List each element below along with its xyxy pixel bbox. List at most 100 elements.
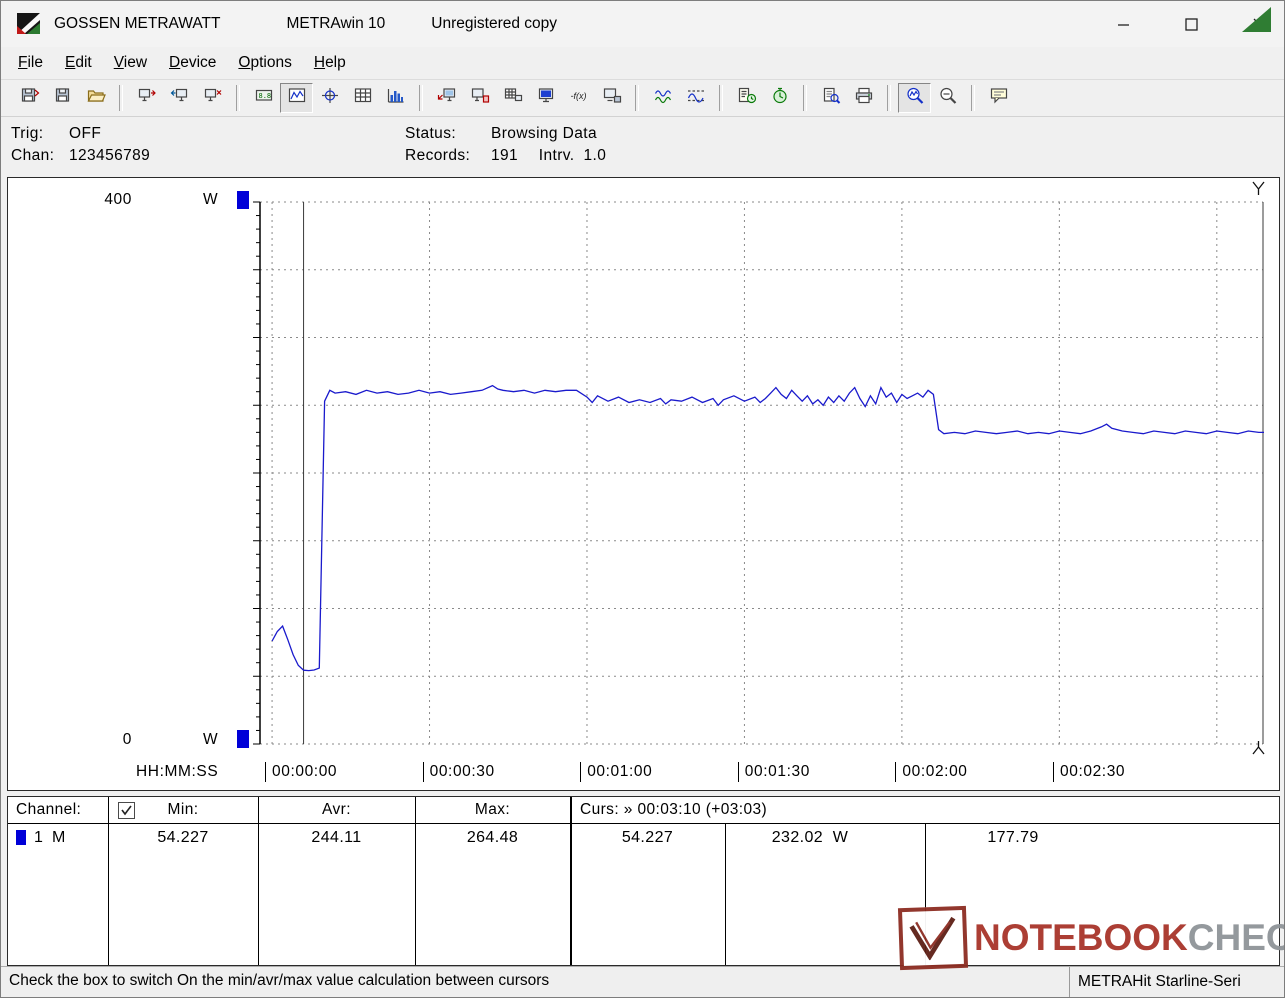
split-curves-icon <box>653 86 673 110</box>
online-display-button[interactable] <box>529 83 562 113</box>
app-window: GOSSEN METRAWATT METRAwin 10 Unregistere… <box>0 0 1285 998</box>
status-records-block: Status: Browsing Data Records: 191 Intrv. 1… <box>405 123 606 167</box>
envelope-curve-icon <box>686 86 706 110</box>
print-icon <box>854 86 874 110</box>
device-config-button[interactable] <box>463 83 496 113</box>
toolbar-separator <box>887 85 891 111</box>
open-file-button[interactable] <box>79 83 112 113</box>
x-tick-label: 00:02:00 <box>895 762 967 782</box>
menu-bar: File Edit View Device Options Help <box>1 47 1284 79</box>
cursor-header: Curs: » 00:03:10 (+03:03) <box>580 801 768 818</box>
toolbar-separator <box>719 85 723 111</box>
zoom-out-button[interactable] <box>931 83 964 113</box>
cursor2-unit: W <box>832 829 849 846</box>
split-curves-button[interactable] <box>646 83 679 113</box>
cursor1-value: 54.227 <box>621 829 674 846</box>
numeric-display-icon: 8.8 <box>254 86 274 110</box>
import-file-button[interactable] <box>13 83 46 113</box>
notebookcheck-logo-icon <box>897 905 969 971</box>
device-clear-button[interactable] <box>196 83 229 113</box>
toolbar-separator <box>119 85 123 111</box>
header-divider <box>8 823 1279 824</box>
cursor-handle-top-icon[interactable] <box>1251 180 1266 201</box>
menu-help[interactable]: Help <box>303 50 357 76</box>
menu-device[interactable]: Device <box>158 50 227 76</box>
interval-value: 1.0 <box>583 147 607 164</box>
formula-button[interactable]: -f(x) <box>562 83 595 113</box>
status-strip: Trig: OFF Chan: 123456789 Status: Browsing … <box>1 115 1284 177</box>
status-label: Status: <box>405 125 457 142</box>
channel-number: 1 <box>34 829 44 846</box>
chart-panel: 400 W 0 W HH:MM:SS 00:00:00 00:00:30 00:01… <box>7 177 1280 791</box>
y-axis-min-label: 0 <box>122 731 132 748</box>
histogram-view-button[interactable] <box>379 83 412 113</box>
zoom-in-button[interactable] <box>898 83 931 113</box>
trigger-channel-block: Trig: OFF Chan: 123456789 <box>11 123 150 167</box>
open-file-icon <box>86 86 106 110</box>
toolbar-separator <box>971 85 975 111</box>
toolbar-separator <box>419 85 423 111</box>
print-preview-icon <box>821 86 841 110</box>
trend-plot[interactable] <box>248 200 1264 746</box>
numeric-display-button[interactable]: 8.8 <box>247 83 280 113</box>
cursor2-value: 232.02 W <box>725 829 895 847</box>
table-view-icon <box>353 86 373 110</box>
print-button[interactable] <box>847 83 880 113</box>
pc-transfer-icon <box>437 86 457 110</box>
x-tick-label: 00:02:30 <box>1053 762 1125 782</box>
trend-view-button[interactable] <box>280 83 313 113</box>
online-display-icon <box>536 86 556 110</box>
status-bar: Check the box to switch On the min/avr/m… <box>1 966 1284 997</box>
menu-view[interactable]: View <box>103 50 158 76</box>
avr-value: 244.11 <box>311 829 362 846</box>
log-settings-icon <box>737 86 757 110</box>
formula-icon: -f(x) <box>569 86 589 110</box>
maximize-button[interactable] <box>1166 1 1216 47</box>
cursor-delta-value: 177.79 <box>987 829 1039 846</box>
log-settings-button[interactable] <box>730 83 763 113</box>
channel-color-marker <box>16 830 26 845</box>
pc-transfer-button[interactable] <box>430 83 463 113</box>
x-tick-label: 00:01:00 <box>580 762 652 782</box>
y-axis-unit-bottom: W <box>203 731 219 748</box>
memory-table-icon <box>503 86 523 110</box>
xy-view-icon <box>320 86 340 110</box>
statusbar-device: METRAHit Starline-Seri <box>1069 967 1284 997</box>
device-send-button[interactable] <box>163 83 196 113</box>
svg-text:-f(x): -f(x) <box>570 91 586 101</box>
table-view-button[interactable] <box>346 83 379 113</box>
menu-options[interactable]: Options <box>227 50 302 76</box>
timer-button[interactable] <box>763 83 796 113</box>
device-clear-icon <box>203 86 223 110</box>
histogram-view-icon <box>386 86 406 110</box>
memory-table-button[interactable] <box>496 83 529 113</box>
y-axis-unit-top: W <box>203 191 219 208</box>
envelope-curve-button[interactable] <box>679 83 712 113</box>
annotation-icon <box>989 86 1009 110</box>
max-header: Max: <box>474 801 511 818</box>
watermark-text-secondary: CHECK <box>1187 917 1284 958</box>
toolbar-separator <box>236 85 240 111</box>
save-file-button[interactable] <box>46 83 79 113</box>
annotation-button[interactable] <box>982 83 1015 113</box>
svg-text:8.8: 8.8 <box>258 92 271 100</box>
title-app-name: METRAwin 10 <box>286 15 386 32</box>
xy-view-button[interactable] <box>313 83 346 113</box>
chan-value: 123456789 <box>69 147 151 164</box>
title-bar: GOSSEN METRAWATT METRAwin 10 Unregistere… <box>1 1 1284 47</box>
x-tick-label: 00:00:30 <box>422 762 495 782</box>
menu-edit[interactable]: Edit <box>54 50 103 76</box>
minimize-button[interactable] <box>1098 1 1148 47</box>
cursor-handle-bottom-icon[interactable] <box>1251 740 1266 761</box>
device-read-button[interactable] <box>130 83 163 113</box>
trig-value: OFF <box>69 125 102 142</box>
menu-file[interactable]: File <box>7 50 54 76</box>
zoom-out-icon <box>938 86 958 110</box>
memory-store-button[interactable] <box>595 83 628 113</box>
statusbar-hint: Check the box to switch On the min/avr/m… <box>9 972 550 989</box>
import-file-icon <box>20 86 40 110</box>
title-license-note: Unregistered copy <box>431 15 558 32</box>
records-value: 191 <box>491 147 519 164</box>
min-header: Min: <box>167 801 199 818</box>
print-preview-button[interactable] <box>814 83 847 113</box>
